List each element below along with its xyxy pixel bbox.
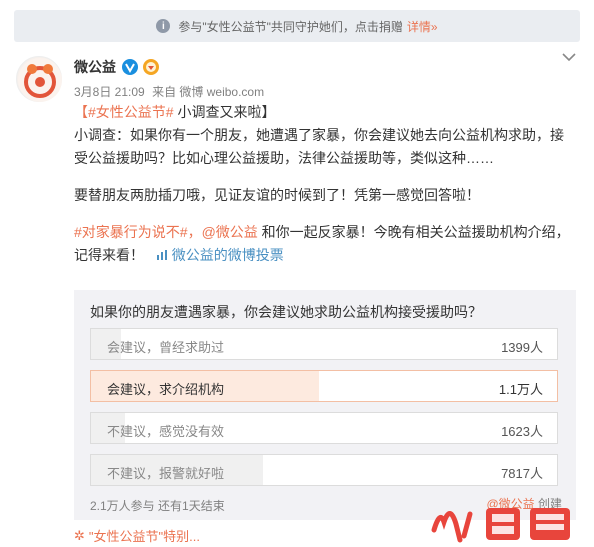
- post-title-rest: 小调查又来啦】: [173, 104, 276, 120]
- poll-option-count: 1623人: [501, 424, 543, 439]
- charity-medal-icon: [143, 59, 159, 75]
- vote-link[interactable]: 微公益的微博投票: [156, 247, 284, 263]
- info-icon: i: [156, 19, 171, 33]
- post-paragraph-3: #对家暴行为说不#，@微公益 和你一起反家暴！今晚有相关公益援助机构介绍，记得来…: [74, 221, 574, 267]
- verified-badge-icon: [122, 59, 138, 75]
- weigongyi-logo-icon: [18, 58, 62, 102]
- topic-tag[interactable]: ✲ "女性公益节"特别...: [74, 526, 200, 545]
- poll-option[interactable]: 会建议，求介绍机构 1.1万人: [90, 370, 558, 402]
- post-paragraph-2: 要替朋友两肋插刀哦，见证友谊的时候到了！凭第一感觉回答啦！: [74, 187, 480, 203]
- author-row: 微公益: [74, 57, 160, 77]
- sparkle-icon: ✲: [74, 527, 85, 543]
- avatar[interactable]: [16, 56, 62, 102]
- post-time[interactable]: 3月8日 21:09: [74, 85, 145, 99]
- poll-option-label: 会建议，求介绍机构: [107, 382, 225, 397]
- notice-details-link[interactable]: 详情»: [407, 18, 438, 35]
- poll-option[interactable]: 不建议，报警就好啦 7817人: [90, 454, 558, 486]
- vote-link-label: 微公益的微博投票: [171, 247, 284, 263]
- mention-weigongyi[interactable]: ，@微公益: [188, 224, 258, 240]
- author-name[interactable]: 微公益: [74, 57, 116, 77]
- poll-option[interactable]: 会建议，曾经求助过 1399人: [90, 328, 558, 360]
- poll-option-count: 1.1万人: [498, 382, 543, 397]
- chevron-down-icon[interactable]: [562, 52, 576, 62]
- poll-option-label: 不建议，报警就好啦: [107, 466, 225, 481]
- hashtag-women-charity[interactable]: 【#女性公益节#: [74, 104, 174, 120]
- poll-option-label: 会建议，曾经求助过: [107, 340, 225, 355]
- poll-question: 如果你的朋友遭遇家暴，你会建议她求助公益机构接受援助吗？: [90, 304, 482, 320]
- post-meta: 3月8日 21:09 来自 微博 weibo.com: [74, 83, 268, 100]
- post-content: 【#女性公益节# 小调查又来啦】 小调查：如果你有一个朋友，她遭遇了家暴，你会建…: [74, 101, 574, 267]
- post-title: 【#女性公益节# 小调查又来啦】: [74, 101, 574, 124]
- post-source: 来自 微博 weibo.com: [152, 85, 265, 99]
- donation-notice-bar[interactable]: i 参与"女性公益节"共同守护她们，点击捐赠 详情»: [14, 10, 580, 42]
- poll-card: 如果你的朋友遭遇家暴，你会建议她求助公益机构接受援助吗？ 会建议，曾经求助过 1…: [74, 290, 576, 520]
- poll-footer: 2.1万人参与 还有1天结束: [90, 499, 225, 513]
- watermark-logo: [431, 508, 570, 543]
- poll-option-label: 不建议，感觉没有效: [107, 424, 225, 439]
- post-paragraph-1: 小调查：如果你有一个朋友，她遭遇了家暴，你会建议她去向公益机构求助，接受公益援助…: [74, 127, 564, 166]
- poll-option-count: 7817人: [501, 466, 543, 481]
- hashtag-domestic-violence[interactable]: #对家暴行为说不#: [74, 224, 188, 240]
- bar-chart-icon: [156, 250, 167, 260]
- poll-option-count: 1399人: [501, 340, 543, 355]
- topic-tag-label: "女性公益节"特别...: [88, 529, 200, 544]
- notice-text: 参与"女性公益节"共同守护她们，点击捐赠: [178, 19, 403, 34]
- poll-option[interactable]: 不建议，感觉没有效 1623人: [90, 412, 558, 444]
